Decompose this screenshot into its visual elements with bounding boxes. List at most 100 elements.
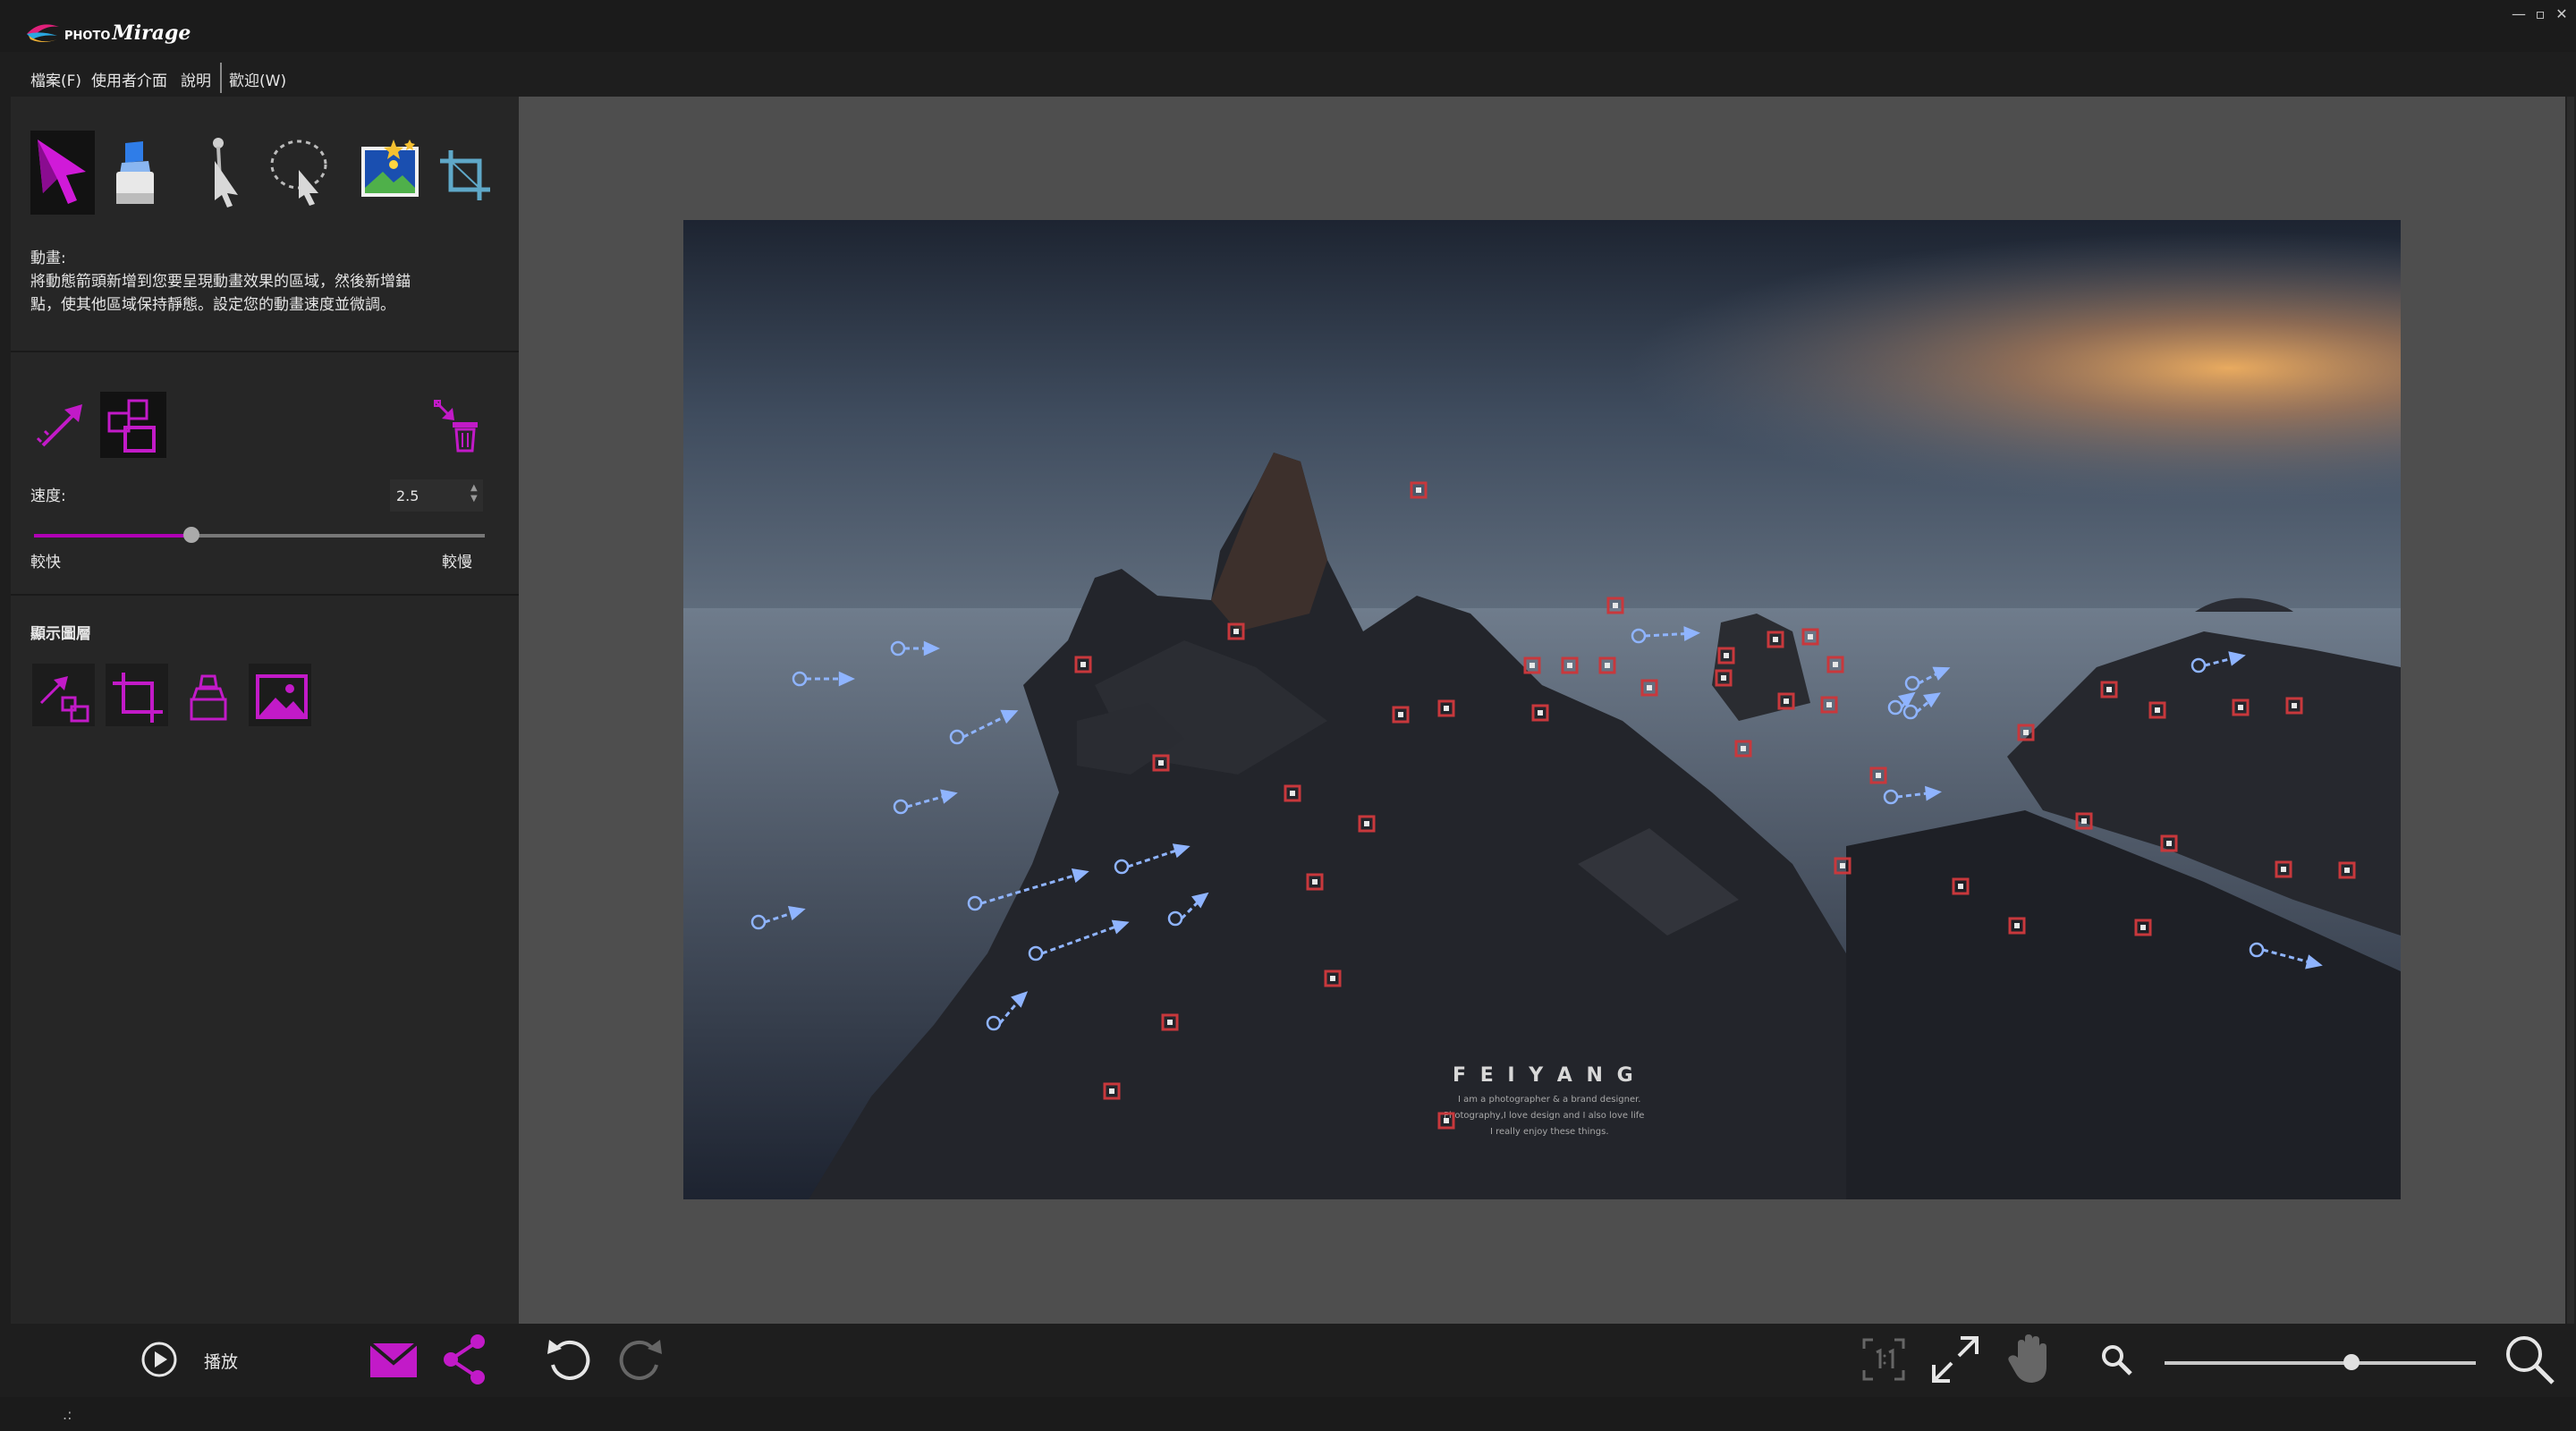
email-button[interactable] [367,1338,420,1381]
tool-lasso[interactable] [267,131,331,215]
delete-arrows-button[interactable] [424,392,490,458]
photo-canvas[interactable]: F E I Y A N G I am a photographer & a br… [683,220,2401,1199]
layer-crop-toggle[interactable] [106,664,168,726]
anchor-point-center [1538,710,1543,716]
motion-arrow[interactable] [2190,651,2246,673]
menu-help[interactable]: 說明 [181,68,211,90]
layer-mask-toggle[interactable] [177,664,240,726]
zoom-in-button[interactable] [2501,1331,2558,1388]
tool-eraser[interactable] [104,131,168,215]
play-label[interactable]: 播放 [204,1349,238,1373]
speed-spinner[interactable]: ▲ ▼ [470,483,478,504]
motion-arrow[interactable] [2249,942,2323,970]
motion-arrow[interactable] [1167,892,1209,927]
anchor-point-center [2106,687,2112,692]
speed-max-label: 較慢 [442,554,472,572]
help-title: 動畫: [30,250,66,267]
title-bar [0,0,2576,52]
close-button[interactable]: ✕ [2549,5,2574,23]
anchor-point-center [1330,976,1335,981]
anchor-point-center [2166,841,2172,846]
anchor-point-center [1567,663,1572,668]
anchor-point-center [2344,868,2350,873]
zoom-out-button[interactable] [2098,1342,2134,1377]
motion-arrow[interactable] [1904,666,1951,691]
anchor-point-icon [213,138,238,207]
app-logo-icon [23,18,63,50]
motion-arrow[interactable] [792,671,855,687]
motion-arrow[interactable] [1887,691,1916,716]
expand-icon [1932,1336,1979,1383]
play-button[interactable] [140,1340,179,1379]
menu-separator [220,63,222,93]
select-anchor-button[interactable] [100,392,166,458]
crop-icon [440,150,490,200]
anchor-point-center [1876,773,1881,778]
anchor-point-center [1444,1118,1449,1123]
tool-motion-arrow[interactable] [30,131,95,215]
layer-motion-toggle[interactable] [32,664,95,726]
motion-arrow[interactable] [890,640,940,656]
anchor-point-center [2023,730,2029,735]
anchor-point-center [2140,925,2146,930]
menu-welcome[interactable]: 歡迎(W) [229,68,286,90]
speed-label: 速度: [30,487,66,505]
motion-arrow[interactable] [893,789,958,815]
speed-input[interactable] [390,479,483,512]
motion-arrow[interactable] [949,709,1019,745]
sky-animation-icon [361,140,419,197]
zoom-slider-thumb[interactable] [2343,1354,2360,1370]
add-motion-arrow-button[interactable] [30,392,97,458]
tool-anchor[interactable] [195,131,259,215]
speed-slider-thumb[interactable] [183,527,199,543]
lasso-select-icon [270,140,327,206]
undo-button[interactable] [542,1334,596,1384]
anchor-point-center [1312,879,1318,885]
anchor-point-center [2155,707,2160,713]
anchor-point-center [1647,685,1652,690]
motion-arrow[interactable] [1114,843,1191,875]
tool-crop[interactable] [435,131,499,215]
actual-size-icon [1862,1338,1905,1381]
pan-button[interactable] [2004,1331,2057,1386]
motion-arrow[interactable] [967,868,1089,911]
app-title: PHOTOMirage [64,21,191,45]
anchor-point-center [2281,867,2286,872]
motion-arrow[interactable] [750,905,806,930]
anchor-point-center [1416,487,1421,493]
anchor-point-center [1784,699,1789,704]
anchor-point-center [1773,637,1778,642]
motion-arrow[interactable] [1883,785,1942,805]
anchor-point-center [1721,675,1726,681]
spin-up-icon[interactable]: ▲ [470,483,478,493]
anchor-point-center [1741,746,1746,751]
menu-file[interactable]: 檔案(F) [30,68,81,90]
layer-image-toggle[interactable] [249,664,311,726]
divider [11,594,519,596]
redo-button[interactable] [614,1334,667,1384]
anchor-point-center [1833,662,1838,667]
anchor-point-center [1364,821,1369,826]
tool-sky[interactable] [358,131,422,215]
anchor-point-center [1398,712,1403,717]
anchor-point-center [1530,663,1535,668]
motion-overlay[interactable] [683,220,2401,1199]
play-icon [141,1342,177,1377]
scrollbar-thumb[interactable] [2567,97,2574,1324]
anchor-point-center [1233,629,1239,634]
menu-user-interface[interactable]: 使用者介面 [91,68,167,90]
status-bar [0,1397,2576,1431]
eraser-icon [116,141,154,204]
zoom-slider-track[interactable] [2165,1361,2476,1365]
motion-arrow[interactable] [1028,919,1130,961]
motion-arrow[interactable] [1631,626,1700,644]
spin-down-icon[interactable]: ▼ [470,494,478,504]
anchor-point-center [1158,760,1164,766]
actual-size-button[interactable] [1857,1333,1911,1386]
fit-screen-button[interactable] [1928,1333,1982,1386]
zoom-in-icon [2506,1336,2555,1384]
share-button[interactable] [440,1333,490,1386]
crop-layer-icon [113,673,163,723]
speed-slider-fill [34,534,191,538]
motion-arrow[interactable] [986,991,1029,1031]
